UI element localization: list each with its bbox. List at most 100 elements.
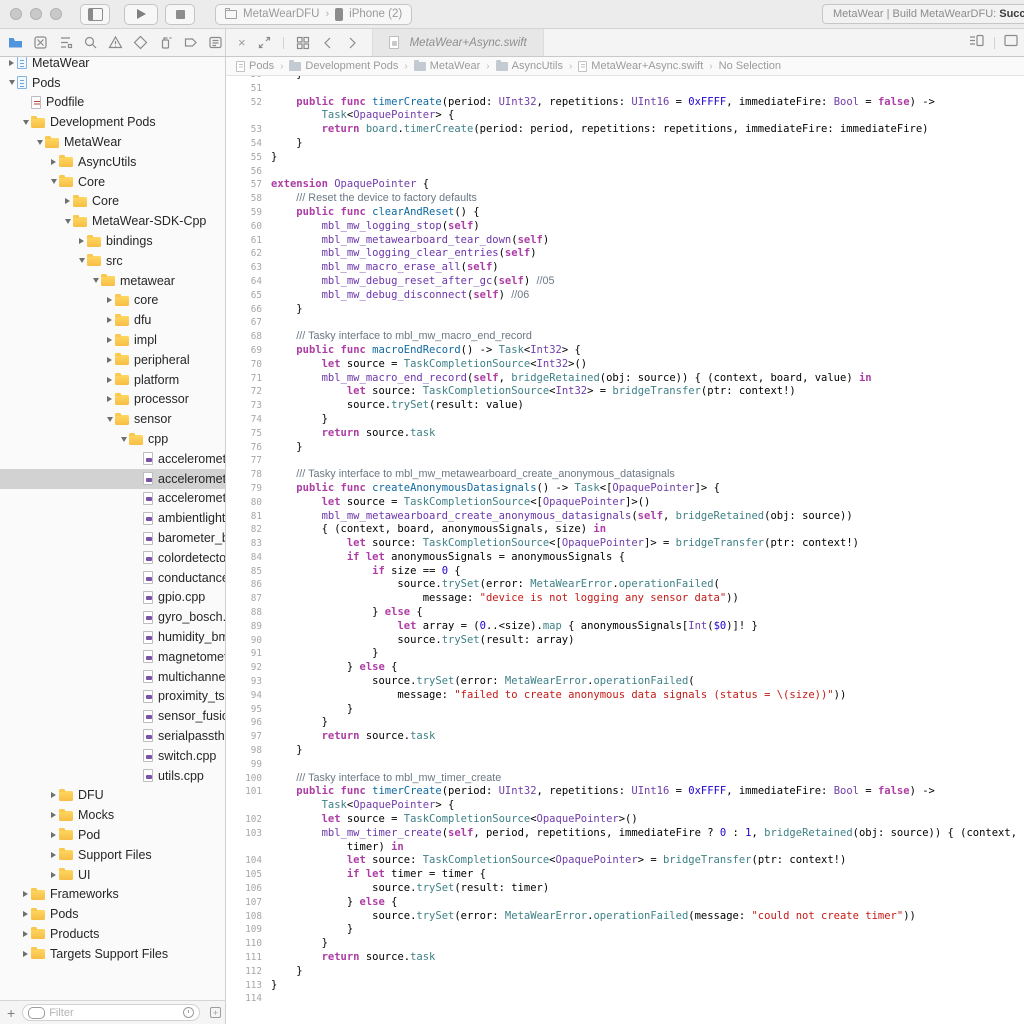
line-number[interactable]: 112 xyxy=(226,965,271,979)
tree-row-support-files[interactable]: Support Files xyxy=(0,845,225,865)
line-number[interactable]: 99 xyxy=(226,758,271,772)
code-line-text[interactable]: source.trySet(result: array) xyxy=(271,634,1024,648)
code-line-text[interactable]: /// Tasky interface to mbl_mw_timer_crea… xyxy=(271,772,1024,786)
code-line-text[interactable] xyxy=(271,82,1024,96)
line-number[interactable]: 105 xyxy=(226,868,271,882)
stop-button[interactable] xyxy=(165,4,195,25)
tree-row-metawear-sdk-cpp[interactable]: MetaWear-SDK-Cpp xyxy=(0,211,225,231)
tree-row-bindings[interactable]: bindings xyxy=(0,231,225,251)
line-number[interactable]: 66 xyxy=(226,303,271,317)
breadcrumb-item-development-pods[interactable]: Development Pods xyxy=(289,60,398,72)
code-line-text[interactable]: /// Tasky interface to mbl_mw_macro_end_… xyxy=(271,330,1024,344)
tree-row-magnetometer-[interactable]: magnetometer... xyxy=(0,647,225,667)
sourcecontrol-status-filter-icon[interactable]: + xyxy=(210,1007,221,1018)
line-number[interactable]: 62 xyxy=(226,247,271,261)
expand-editor-icon[interactable] xyxy=(258,36,271,49)
disclosure-down-icon[interactable] xyxy=(104,417,115,422)
disclosure-right-icon[interactable] xyxy=(20,951,31,957)
tree-row-accelerometer-[interactable]: accelerometer... xyxy=(0,469,225,489)
code-line-text[interactable]: source.trySet(result: value) xyxy=(271,399,1024,413)
code-line-text[interactable]: Task<OpaquePointer> { xyxy=(271,799,1024,813)
code-line-text[interactable]: mbl_mw_debug_disconnect(self) //06 xyxy=(271,289,1024,303)
line-number[interactable]: 51 xyxy=(226,82,271,96)
disclosure-right-icon[interactable] xyxy=(104,357,115,363)
code-line-text[interactable]: return source.task xyxy=(271,951,1024,965)
code-line-text[interactable]: source.trySet(error: MetaWearError.opera… xyxy=(271,578,1024,592)
code-line-text[interactable]: let source = TaskCompletionSource<Opaque… xyxy=(271,813,1024,827)
breadcrumb-item-metawear[interactable]: MetaWear xyxy=(414,60,481,72)
disclosure-down-icon[interactable] xyxy=(48,179,59,184)
line-number[interactable]: 75 xyxy=(226,427,271,441)
related-items-icon[interactable] xyxy=(296,36,310,50)
find-navigator-icon[interactable] xyxy=(83,35,98,50)
line-number[interactable]: 109 xyxy=(226,923,271,937)
tree-row-peripheral[interactable]: peripheral xyxy=(0,350,225,370)
code-line-text[interactable]: message: "failed to create anonymous dat… xyxy=(271,689,1024,703)
disclosure-right-icon[interactable] xyxy=(48,852,59,858)
line-number[interactable]: 108 xyxy=(226,910,271,924)
run-button[interactable] xyxy=(124,4,158,25)
disclosure-right-icon[interactable] xyxy=(48,792,59,798)
line-number[interactable]: 92 xyxy=(226,661,271,675)
line-number[interactable]: 101 xyxy=(226,785,271,799)
line-number[interactable]: 87 xyxy=(226,592,271,606)
tree-row-gpio-cpp[interactable]: gpio.cpp xyxy=(0,588,225,608)
line-number[interactable]: 88 xyxy=(226,606,271,620)
close-tab-icon[interactable]: × xyxy=(238,35,246,50)
line-number[interactable]: 59 xyxy=(226,206,271,220)
tree-row-ambientlight-lt-[interactable]: ambientlight_lt... xyxy=(0,508,225,528)
tree-row-humidity-bme-[interactable]: humidity_bme... xyxy=(0,627,225,647)
minimize-window-button[interactable] xyxy=(30,8,42,20)
line-number[interactable]: 55 xyxy=(226,151,271,165)
line-number[interactable]: 70 xyxy=(226,358,271,372)
line-number[interactable]: 79 xyxy=(226,482,271,496)
code-line-text[interactable]: let source: TaskCompletionSource<OpaqueP… xyxy=(271,854,1024,868)
disclosure-down-icon[interactable] xyxy=(34,140,45,145)
code-line-text[interactable]: let source = TaskCompletionSource<Int32>… xyxy=(271,358,1024,372)
disclosure-down-icon[interactable] xyxy=(6,80,17,85)
line-number[interactable] xyxy=(226,799,271,813)
close-window-button[interactable] xyxy=(10,8,22,20)
breadcrumb-item-no-selection[interactable]: No Selection xyxy=(719,60,781,72)
tree-row-podfile[interactable]: Podfile xyxy=(0,93,225,113)
tree-row-asyncutils[interactable]: AsyncUtils xyxy=(0,152,225,172)
code-line-text[interactable] xyxy=(271,316,1024,330)
line-number[interactable]: 91 xyxy=(226,647,271,661)
code-line-text[interactable]: { (context, board, anonymousSignals, siz… xyxy=(271,523,1024,537)
disclosure-right-icon[interactable] xyxy=(6,60,17,66)
code-line-text[interactable]: public func createAnonymousDatasignals()… xyxy=(271,482,1024,496)
line-number[interactable]: 81 xyxy=(226,510,271,524)
line-number[interactable]: 83 xyxy=(226,537,271,551)
disclosure-down-icon[interactable] xyxy=(76,258,87,263)
report-navigator-icon[interactable] xyxy=(208,35,223,50)
tree-row-dfu[interactable]: DFU xyxy=(0,785,225,805)
code-line-text[interactable]: public func macroEndRecord() -> Task<Int… xyxy=(271,344,1024,358)
line-number[interactable]: 61 xyxy=(226,234,271,248)
tab-metawear-async-swift[interactable]: MetaWear+Async.swift xyxy=(372,29,544,56)
code-line-text[interactable]: } xyxy=(271,151,1024,165)
source-control-navigator-icon[interactable] xyxy=(33,35,48,50)
tree-row-impl[interactable]: impl xyxy=(0,330,225,350)
debug-navigator-icon[interactable] xyxy=(158,35,173,50)
code-line-text[interactable]: /// Tasky interface to mbl_mw_metawearbo… xyxy=(271,468,1024,482)
line-number[interactable]: 113 xyxy=(226,979,271,993)
line-number[interactable]: 86 xyxy=(226,578,271,592)
code-line-text[interactable] xyxy=(271,165,1024,179)
code-line-text[interactable]: mbl_mw_macro_erase_all(self) xyxy=(271,261,1024,275)
code-line-text[interactable]: mbl_mw_macro_end_record(self, bridgeReta… xyxy=(271,372,1024,386)
tree-row-processor[interactable]: processor xyxy=(0,390,225,410)
code-line-text[interactable]: } else { xyxy=(271,661,1024,675)
code-line-text[interactable]: } xyxy=(271,979,1024,993)
disclosure-right-icon[interactable] xyxy=(76,238,87,244)
tree-row-src[interactable]: src xyxy=(0,251,225,271)
line-number[interactable]: 98 xyxy=(226,744,271,758)
code-line-text[interactable]: public func timerCreate(period: UInt32, … xyxy=(271,785,1024,799)
line-number[interactable]: 89 xyxy=(226,620,271,634)
code-line-text[interactable]: mbl_mw_metawearboard_tear_down(self) xyxy=(271,234,1024,248)
code-line-text[interactable]: } xyxy=(271,137,1024,151)
code-line-text[interactable]: public func clearAndReset() { xyxy=(271,206,1024,220)
recent-files-icon[interactable] xyxy=(183,1007,194,1018)
disclosure-right-icon[interactable] xyxy=(20,931,31,937)
add-editor-icon[interactable] xyxy=(1004,34,1018,52)
breakpoint-navigator-icon[interactable] xyxy=(183,35,198,50)
